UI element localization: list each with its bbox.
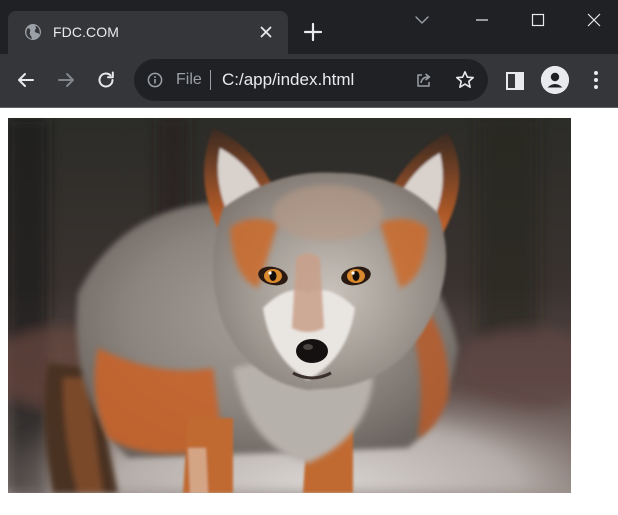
address-bar[interactable]: File C:/app/index.html <box>134 59 488 101</box>
reload-icon[interactable] <box>94 68 118 92</box>
omnibox-divider <box>210 70 211 90</box>
kebab-menu-icon[interactable] <box>586 69 606 91</box>
person-icon[interactable] <box>541 66 569 94</box>
arrow-right-icon[interactable] <box>54 68 78 92</box>
maximize-icon[interactable] <box>526 8 550 32</box>
tab-title: FDC.COM <box>53 24 120 40</box>
info-icon[interactable] <box>147 72 163 88</box>
browser-tab[interactable]: FDC.COM <box>8 11 288 54</box>
page-content <box>0 108 618 515</box>
chevron-down-icon[interactable] <box>412 10 432 30</box>
window-close-icon[interactable] <box>582 8 606 32</box>
url-text[interactable]: C:/app/index.html <box>222 70 354 90</box>
plus-icon[interactable] <box>302 21 324 43</box>
arrow-left-icon[interactable] <box>14 68 38 92</box>
fox-photo <box>8 118 571 493</box>
star-icon[interactable] <box>454 69 476 91</box>
browser-toolbar: File C:/app/index.html <box>0 54 618 107</box>
browser-titlebar: FDC.COM <box>0 0 618 54</box>
globe-icon <box>24 23 42 41</box>
share-icon[interactable] <box>414 70 434 90</box>
minimize-icon[interactable] <box>470 8 494 32</box>
side-panel-icon[interactable] <box>505 71 525 91</box>
scheme-label: File <box>176 71 202 88</box>
close-icon[interactable] <box>258 24 274 40</box>
